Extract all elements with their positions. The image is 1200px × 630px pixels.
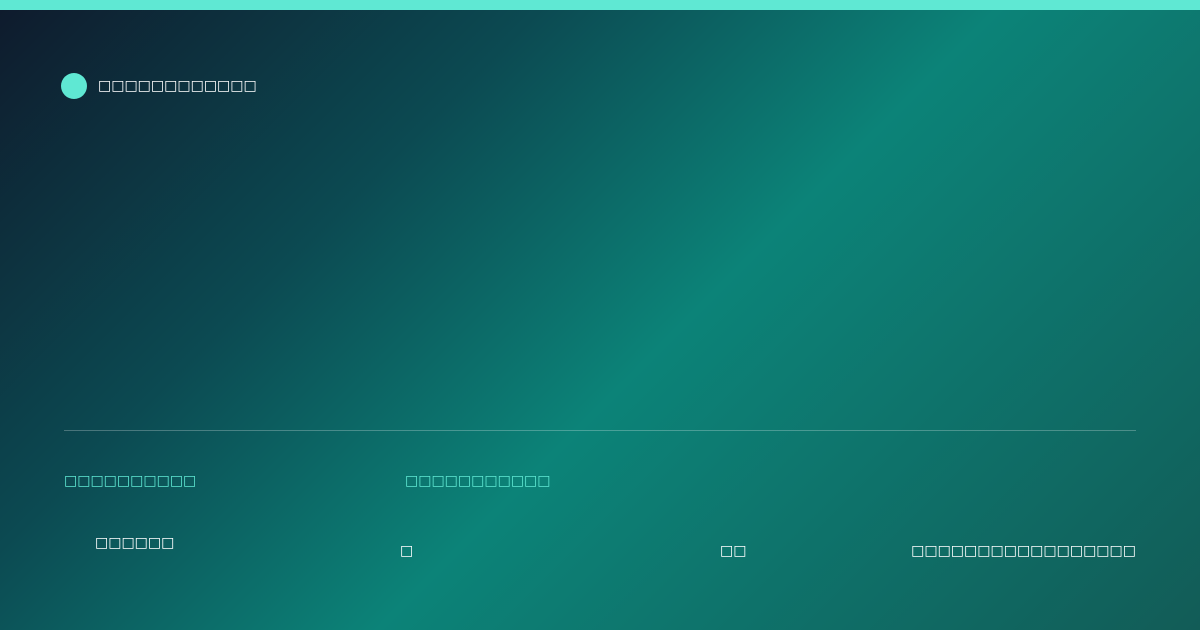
divider [64,430,1136,431]
footer-value-1: □□□□□□ [95,535,175,551]
footer-value-2: □ [400,543,414,559]
footer-value-3: □□ [720,543,747,559]
circle-dot-icon [61,73,87,99]
brand: □□□□□□□□□□□□ [61,73,257,99]
footer-value-4: □□□□□□□□□□□□□□□□□ [911,543,1136,559]
top-accent-bar [0,0,1200,10]
footer-label-mid: □□□□□□□□□□□ [405,473,551,489]
footer-label-left: □□□□□□□□□□ [64,473,197,489]
brand-name: □□□□□□□□□□□□ [98,78,257,94]
